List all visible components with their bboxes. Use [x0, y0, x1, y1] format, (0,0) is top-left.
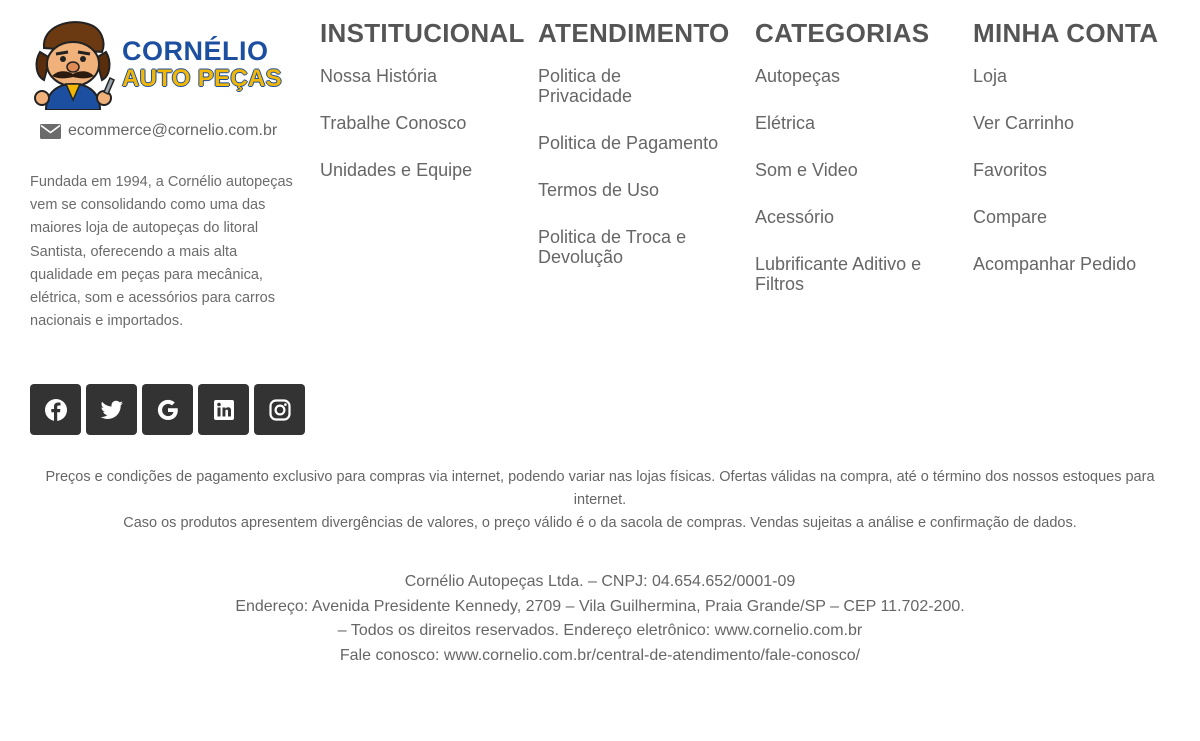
facebook-icon — [44, 398, 67, 421]
menu-link-compare[interactable]: Compare — [973, 207, 1173, 227]
disclaimer-line-2: Caso os produtos apresentem divergências… — [123, 515, 1077, 531]
legal-info: Cornélio Autopeças Ltda. – CNPJ: 04.654.… — [0, 570, 1200, 669]
site-logo[interactable]: CORNÉLIO AUTO PEÇAS — [30, 18, 305, 110]
brand-block: CORNÉLIO AUTO PEÇAS ecommerce@cornelio.c… — [30, 18, 305, 435]
social-links — [30, 384, 305, 435]
menu-link-eletrica[interactable]: Elétrica — [755, 113, 960, 133]
menu-heading-categorias: CATEGORIAS — [755, 18, 930, 48]
google-icon — [157, 399, 178, 420]
menu-link-lubrificante[interactable]: Lubrificante Aditivo e Filtros — [755, 254, 955, 294]
legal-address: Endereço: Avenida Presidente Kennedy, 27… — [235, 597, 965, 615]
menu-list-atendimento: Politica de Privacidade Politica de Paga… — [538, 66, 738, 267]
linkedin-icon — [213, 399, 234, 420]
menu-link-trabalhe-conosco[interactable]: Trabalhe Conosco — [320, 113, 520, 133]
menu-link-unidades-equipe[interactable]: Unidades e Equipe — [320, 160, 520, 180]
mascot-logo-icon — [34, 21, 115, 110]
menu-link-acompanhar-pedido[interactable]: Acompanhar Pedido — [973, 254, 1173, 274]
menu-list-categorias: Autopeças Elétrica Som e Video Acessório… — [755, 66, 960, 294]
menu-link-loja[interactable]: Loja — [973, 66, 1173, 86]
instagram-icon — [268, 398, 291, 421]
menu-link-nossa-historia[interactable]: Nossa História — [320, 66, 520, 86]
menu-link-politica-privacidade[interactable]: Politica de Privacidade — [538, 66, 698, 106]
instagram-button[interactable] — [254, 384, 305, 435]
menu-link-acessorio[interactable]: Acessório — [755, 207, 960, 227]
google-button[interactable] — [142, 384, 193, 435]
menu-link-ver-carrinho[interactable]: Ver Carrinho — [973, 113, 1173, 133]
menu-minha-conta: MINHA CONTA Loja Ver Carrinho Favoritos … — [973, 18, 1173, 301]
menu-link-termos-uso[interactable]: Termos de Uso — [538, 180, 738, 200]
menu-atendimento: ATENDIMENTO Politica de Privacidade Poli… — [538, 18, 738, 294]
disclaimer-line-1: Preços e condições de pagamento exclusiv… — [45, 469, 1155, 508]
about-text: Fundada em 1994, a Cornélio autopeças ve… — [30, 174, 293, 330]
menu-categorias: CATEGORIAS Autopeças Elétrica Som e Vide… — [755, 18, 960, 321]
menu-heading-atendimento: ATENDIMENTO — [538, 18, 730, 48]
linkedin-button[interactable] — [198, 384, 249, 435]
menu-institucional: INSTITUCIONAL Nossa História Trabalhe Co… — [320, 18, 525, 207]
legal-contact: Fale conosco: www.cornelio.com.br/centra… — [339, 647, 861, 665]
twitter-button[interactable] — [86, 384, 137, 435]
menu-link-som-video[interactable]: Som e Video — [755, 160, 960, 180]
twitter-icon — [100, 400, 123, 419]
logo-text: CORNÉLIO AUTO PEÇAS — [122, 35, 282, 92]
envelope-icon — [40, 123, 61, 139]
logo-line-1: CORNÉLIO — [122, 35, 269, 66]
legal-company: Cornélio Autopeças Ltda. – CNPJ: 04.654.… — [404, 573, 796, 590]
logo-line-2: AUTO PEÇAS — [122, 64, 282, 92]
email-contact[interactable]: ecommerce@cornelio.com.br — [40, 122, 277, 140]
menu-list-institucional: Nossa História Trabalhe Conosco Unidades… — [320, 66, 520, 180]
disclaimer: Preços e condições de pagamento exclusiv… — [30, 466, 1170, 535]
email-address: ecommerce@cornelio.com.br — [68, 122, 278, 139]
legal-rights: – Todos os direitos reservados. Endereço… — [337, 622, 863, 640]
menu-link-favoritos[interactable]: Favoritos — [973, 160, 1173, 180]
menu-heading-institucional: INSTITUCIONAL — [320, 18, 525, 48]
footer-top: CORNÉLIO AUTO PEÇAS ecommerce@cornelio.c… — [0, 0, 1200, 450]
menu-link-politica-troca[interactable]: Politica de Troca e Devolução — [538, 227, 718, 267]
menu-link-politica-pagamento[interactable]: Politica de Pagamento — [538, 133, 738, 153]
menu-list-minha-conta: Loja Ver Carrinho Favoritos Compare Acom… — [973, 66, 1173, 274]
facebook-button[interactable] — [30, 384, 81, 435]
menu-heading-minha-conta: MINHA CONTA — [973, 18, 1159, 48]
menu-link-autopecas[interactable]: Autopeças — [755, 66, 960, 86]
